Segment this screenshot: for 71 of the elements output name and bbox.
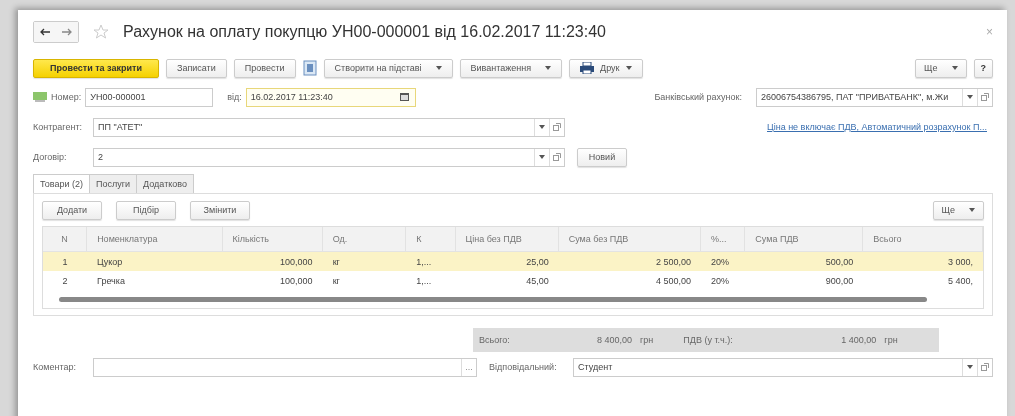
column-header[interactable]: К <box>406 227 456 251</box>
currency-label: грн <box>640 335 654 345</box>
vat-value: 1 400,00 <box>841 335 877 345</box>
dropdown-button[interactable]: Вивантаження <box>459 58 563 78</box>
number-field[interactable]: УН00-000001 <box>85 87 214 107</box>
toolbar-button[interactable]: Провести <box>233 58 296 78</box>
number-label: Номер: <box>51 92 82 102</box>
table-cell-text: 2 <box>61 275 69 286</box>
help-button[interactable]: ? <box>973 58 993 78</box>
date-label: від: <box>227 92 242 102</box>
table-cell-text: 100,000 <box>279 256 314 267</box>
table-cell-text: Цукор <box>96 256 124 267</box>
table-cell-text: 45,00 <box>525 275 550 286</box>
responsible-field[interactable]: Студент <box>573 357 993 377</box>
table-row[interactable]: 2 Гречка 100,000 кг 1,... 45,00 4 500,00 20% 900,00 5 400, <box>43 271 983 290</box>
responsible-label: Відповідальний: <box>489 362 558 372</box>
column-header[interactable]: Од. <box>322 227 407 251</box>
column-header[interactable]: Сума ПДВ <box>745 227 864 251</box>
table-cell-text: 20% <box>709 256 730 267</box>
table-cell-text: 25,00 <box>525 256 550 267</box>
table-cell-text: 3 000, <box>946 256 974 267</box>
dropdown-button[interactable]: Створити на підставі <box>323 58 453 78</box>
table-cell-text: 20% <box>709 275 730 286</box>
more-button[interactable]: Ще <box>915 58 967 78</box>
contract-field[interactable]: 2 <box>93 147 565 167</box>
column-header[interactable]: Ціна без ПДВ <box>455 227 559 251</box>
counterparty-label: Контрагент: <box>33 122 84 132</box>
table-cell-text: 100,000 <box>279 275 314 286</box>
bank-account-label: Банківський рахунок: <box>654 92 742 102</box>
column-header[interactable]: Номенклатура <box>87 227 223 251</box>
comment-field[interactable]: ... <box>93 357 477 377</box>
table-cell-text: 900,00 <box>824 275 855 286</box>
toolbar-button[interactable]: Записати <box>165 58 227 78</box>
new-contract-button[interactable]: Новий <box>577 147 627 167</box>
total-label: Всього: <box>479 335 511 345</box>
table-cell-text: 500,00 <box>824 256 855 267</box>
table-toolbar-button[interactable]: Підбір <box>116 200 176 220</box>
tab[interactable]: Додатково <box>136 174 194 194</box>
table-row[interactable]: 1 Цукор 100,000 кг 1,... 25,00 2 500,00 20% 500,00 3 000, <box>43 252 983 271</box>
tab[interactable]: Послуги <box>89 174 138 194</box>
table-toolbar-button[interactable]: Додати <box>42 200 102 220</box>
table-cell-text: 5 400, <box>946 275 974 286</box>
window-title: Рахунок на оплату покупцю УН00-000001 від 16.02.2017 11:23:40 <box>123 23 607 41</box>
comment-label: Коментар: <box>33 362 77 372</box>
print-button[interactable]: Друк <box>569 58 643 78</box>
price-settings-link[interactable]: Ціна не включає ПДВ, Автоматичний розрахунок П... <box>767 122 987 132</box>
column-header[interactable]: Кількість <box>222 227 323 251</box>
ellipsis-button[interactable]: ... <box>461 358 476 376</box>
bank-account-field[interactable]: 26006754386795, ПАТ "ПРИВАТБАНК", м.Жи <box>756 87 993 107</box>
table-toolbar-button[interactable]: Змінити <box>190 200 250 220</box>
table-cell-text: 1 <box>61 256 69 267</box>
total-value: 8 400,00 <box>597 335 633 345</box>
table-cell-text: кг <box>331 275 341 286</box>
column-header[interactable]: %... <box>701 227 746 251</box>
table-cell-text: 2 500,00 <box>654 256 692 267</box>
column-header[interactable]: Сума без ПДВ <box>558 227 702 251</box>
table-cell-text: 1,... <box>415 256 433 267</box>
post-and-close-button[interactable]: Провести та закрити <box>33 58 159 78</box>
more-button[interactable]: Ще <box>932 200 984 220</box>
counterparty-field[interactable]: ПП "АТЕТ" <box>93 117 565 137</box>
vat-label: ПДВ (у т.ч.): <box>683 335 734 345</box>
table-cell-text: Гречка <box>96 275 126 286</box>
table-cell-text: 4 500,00 <box>654 275 692 286</box>
contract-label: Договір: <box>33 152 68 162</box>
table-cell-text: кг <box>331 256 341 267</box>
date-field[interactable]: 16.02.2017 11:23:40 <box>245 87 416 107</box>
table-cell-text: 1,... <box>415 275 433 286</box>
column-header[interactable]: N <box>43 227 88 251</box>
currency-label: грн <box>884 335 898 345</box>
column-header[interactable]: Всього <box>863 227 983 251</box>
tab[interactable]: Товари (2) <box>33 174 91 194</box>
